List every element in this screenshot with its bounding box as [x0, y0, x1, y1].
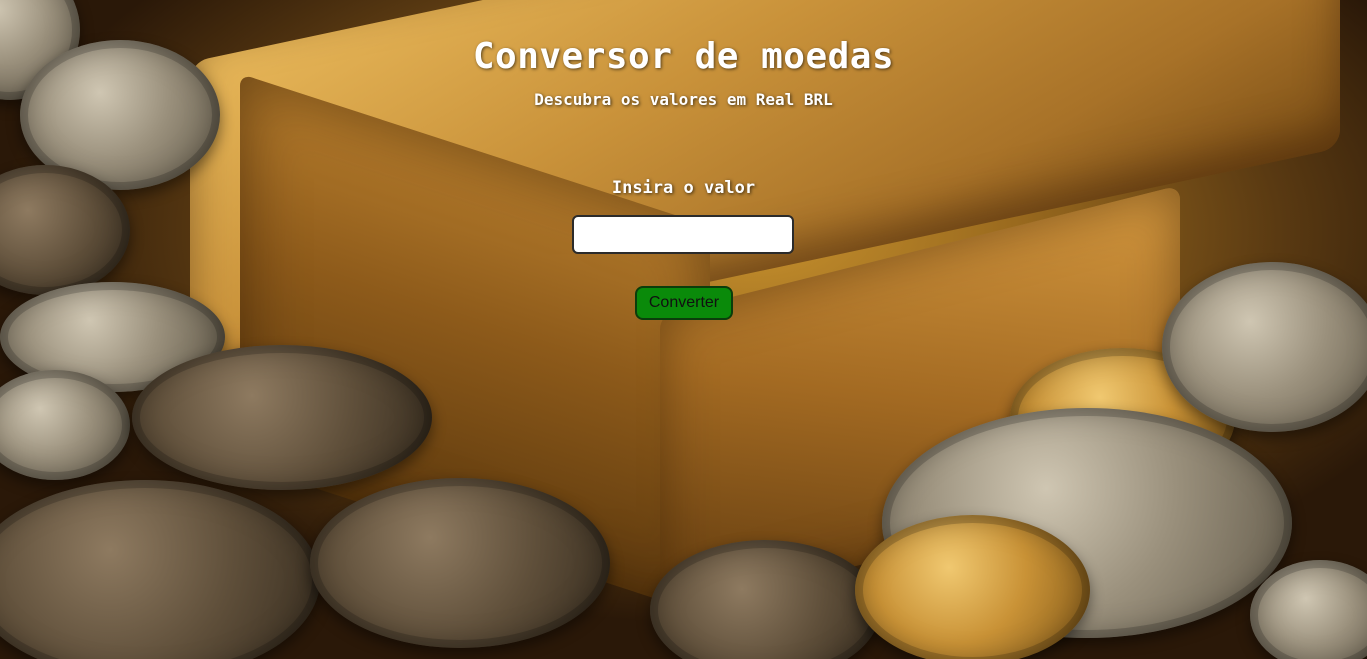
coin — [1162, 262, 1367, 432]
coin — [0, 480, 320, 659]
convert-button[interactable]: Converter — [635, 286, 733, 320]
coin — [310, 478, 610, 648]
value-input[interactable] — [572, 215, 794, 254]
value-input-label: Insira o valor — [611, 178, 756, 198]
coin — [855, 515, 1090, 659]
coin — [132, 345, 432, 490]
page-subtitle: Descubra os valores em Real BRL — [534, 90, 833, 109]
page-title: Conversor de moedas — [472, 36, 895, 77]
